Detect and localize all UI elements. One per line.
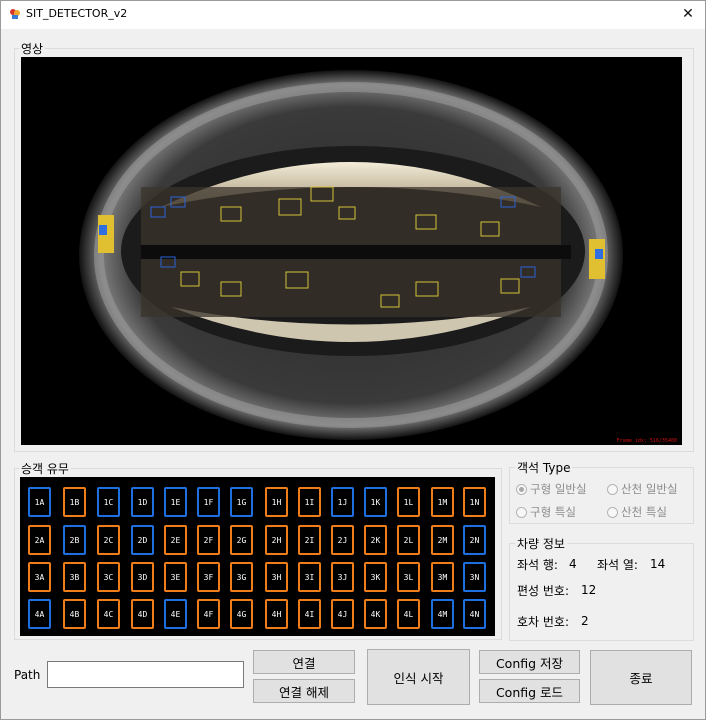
seat-indicator: 3L [397,562,420,592]
radio-label: 산천 특실 [621,505,667,519]
seat-indicator: 1C [97,487,120,517]
start-recognition-button[interactable]: 인식 시작 [367,649,470,705]
seat-indicator: 3E [164,562,187,592]
seat-indicator: 2C [97,525,120,555]
seat-indicator: 3F [197,562,220,592]
car-type-group-label: 객석 Type [515,459,573,476]
formation-value: 12 [581,583,597,597]
seat-col-value: 14 [650,557,666,571]
seat-indicator: 2G [230,525,253,555]
seat-indicator: 4G [230,599,253,629]
radio-dot [516,506,527,518]
seat-indicator: 1K [364,487,387,517]
seat-indicator: 1E [164,487,187,517]
seat-indicator: 4J [331,599,354,629]
connect-button[interactable]: 연결 [253,650,355,674]
formation-label: 편성 번호: [517,584,570,598]
seat-indicator: 3C [97,562,120,592]
seat-indicator: 3J [331,562,354,592]
video-frame: Frame idx: 516/35400 [21,57,682,445]
seat-indicator: 2L [397,525,420,555]
seat-indicator: 1D [131,487,154,517]
seat-indicator: 4C [97,599,120,629]
app-window: SIT_DETECTOR_v2 ✕ 영상 Frame idx: 516/3540… [0,0,706,720]
config-save-button[interactable]: Config 저장 [479,650,580,674]
fisheye-camera-image: Frame idx: 516/35400 [21,57,682,445]
seat-indicator: 4K [364,599,387,629]
radio-dot [607,483,618,495]
path-input[interactable] [47,661,244,688]
seat-indicator: 4F [197,599,220,629]
disconnect-button[interactable]: 연결 해제 [253,679,355,703]
radio-dot [607,506,618,518]
seat-indicator: 1B [63,487,86,517]
seat-indicator: 2F [197,525,220,555]
seat-indicator: 4D [131,599,154,629]
seat-indicator: 3B [63,562,86,592]
seat-indicator: 2B [63,525,86,555]
seat-map: 1A 1B 1C 1D 1E 1F 1G 1H 1I 1J 1K 1L 1M 1N 2A 2B 2C 2D 2E 2F… [20,477,495,636]
exit-button[interactable]: 종료 [590,650,692,705]
seat-indicator: 1H [265,487,288,517]
seat-row-label: 좌석 행: [517,558,558,572]
radio-old-standard[interactable]: 구형 일반실 [516,481,587,497]
radio-sancheon-standard[interactable]: 산천 일반실 [607,481,678,497]
radio-sancheon-first-class[interactable]: 산천 특실 [607,504,667,520]
frame-overlay-text: Frame idx: 516/35400 [617,438,677,444]
seat-indicator: 1N [463,487,486,517]
seat-indicator: 4A [28,599,51,629]
seat-row-value: 4 [569,557,577,571]
seat-indicator: 4H [265,599,288,629]
seat-indicator: 4B [63,599,86,629]
car-number-label: 호차 번호: [517,615,570,629]
seat-indicator: 4N [463,599,486,629]
seat-indicator: 3A [28,562,51,592]
seat-indicator: 4M [431,599,454,629]
seat-indicator: 3K [364,562,387,592]
config-load-button[interactable]: Config 로드 [479,679,580,703]
seat-indicator: 1F [197,487,220,517]
seat-indicator: 2M [431,525,454,555]
seat-indicator: 3M [431,562,454,592]
seat-indicator: 2I [298,525,321,555]
passenger-group-label: 승객 유무 [19,460,71,477]
seat-indicator: 1J [331,487,354,517]
seat-indicator: 3D [131,562,154,592]
seat-indicator: 2N [463,525,486,555]
seat-indicator: 1M [431,487,454,517]
seat-indicator: 2K [364,525,387,555]
seat-indicator: 1G [230,487,253,517]
seat-indicator: 3N [463,562,486,592]
seat-indicator: 4L [397,599,420,629]
seat-indicator: 4I [298,599,321,629]
seat-indicator: 2D [131,525,154,555]
seat-indicator: 1L [397,487,420,517]
path-label: Path [14,668,41,682]
window-title: SIT_DETECTOR_v2 [26,7,128,20]
close-button[interactable]: ✕ [671,1,705,29]
seat-indicator: 2A [28,525,51,555]
seat-indicator: 2J [331,525,354,555]
video-group-label: 영상 [19,40,46,57]
radio-label: 산천 일반실 [621,482,678,496]
radio-label: 구형 일반실 [530,482,587,496]
seat-indicator: 1A [28,487,51,517]
seat-indicator: 3I [298,562,321,592]
radio-label: 구형 특실 [530,505,576,519]
seat-col-label: 좌석 열: [597,558,638,572]
seat-indicator: 2E [164,525,187,555]
seat-indicator: 4E [164,599,187,629]
car-number-value: 2 [581,614,589,628]
title-bar: SIT_DETECTOR_v2 ✕ [1,1,705,29]
radio-old-first-class[interactable]: 구형 특실 [516,504,576,520]
seat-indicator: 1I [298,487,321,517]
seat-indicator: 3H [265,562,288,592]
seat-indicator: 3G [230,562,253,592]
app-icon [10,9,20,19]
vehicle-info-group-label: 차량 정보 [515,535,567,552]
seat-indicator: 2H [265,525,288,555]
radio-dot [516,483,527,495]
